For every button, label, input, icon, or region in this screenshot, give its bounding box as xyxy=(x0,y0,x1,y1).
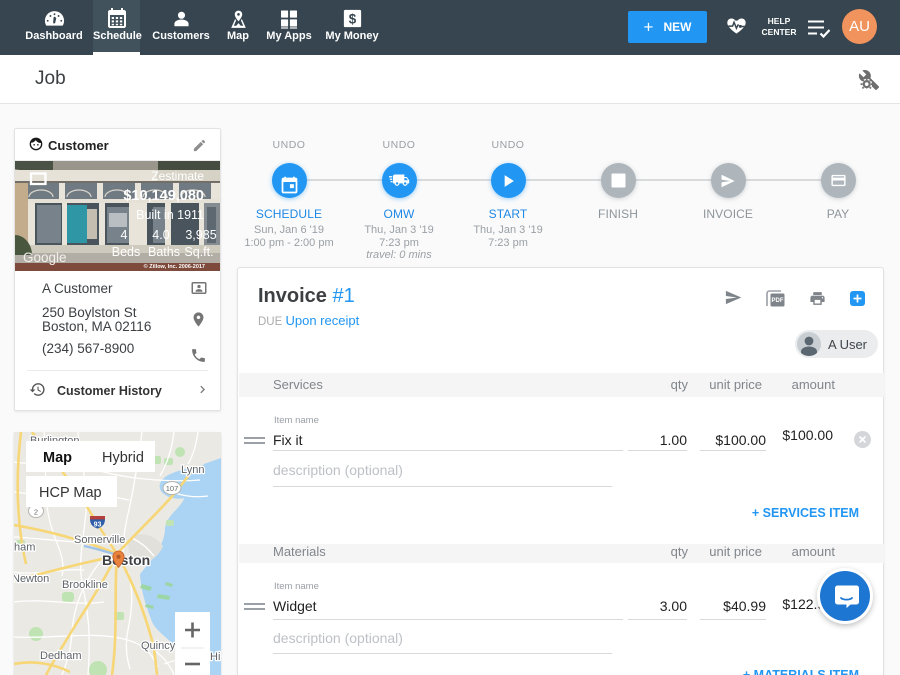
svg-text:$: $ xyxy=(348,12,356,27)
svg-text:Built in 1911: Built in 1911 xyxy=(136,208,204,222)
svg-text:4: 4 xyxy=(121,228,128,242)
svg-text:Dedham: Dedham xyxy=(40,650,82,662)
svg-text:Sq.ft.: Sq.ft. xyxy=(184,245,213,259)
svg-text:Somerville: Somerville xyxy=(74,534,125,546)
svg-text:© Zillow, Inc. 2006-2017: © Zillow, Inc. 2006-2017 xyxy=(144,263,205,270)
svg-text:HCP Map: HCP Map xyxy=(39,485,102,501)
svg-text:PDF: PDF xyxy=(772,298,784,304)
svg-text:Map: Map xyxy=(43,450,72,466)
svg-text:Zestimate: Zestimate xyxy=(151,169,204,183)
svg-text:Beds: Beds xyxy=(112,245,141,259)
svg-text:3,985: 3,985 xyxy=(185,228,216,242)
svg-text:107: 107 xyxy=(166,484,179,493)
svg-text:Boston: Boston xyxy=(102,552,150,568)
svg-text:Newton: Newton xyxy=(14,573,49,585)
svg-text:Hybrid: Hybrid xyxy=(102,450,144,466)
svg-text:Hi: Hi xyxy=(210,651,220,663)
svg-text:$10,149,080: $10,149,080 xyxy=(123,188,204,204)
svg-text:Brookline: Brookline xyxy=(62,579,108,591)
svg-text:4.0: 4.0 xyxy=(152,228,169,242)
svg-text:Quincy: Quincy xyxy=(141,640,176,652)
svg-text:2: 2 xyxy=(34,508,38,517)
svg-text:Google: Google xyxy=(23,250,67,265)
svg-text:Baths: Baths xyxy=(148,245,180,259)
svg-text:93: 93 xyxy=(94,522,102,529)
svg-text:Lynn: Lynn xyxy=(181,464,204,476)
svg-text:ham: ham xyxy=(14,542,35,554)
